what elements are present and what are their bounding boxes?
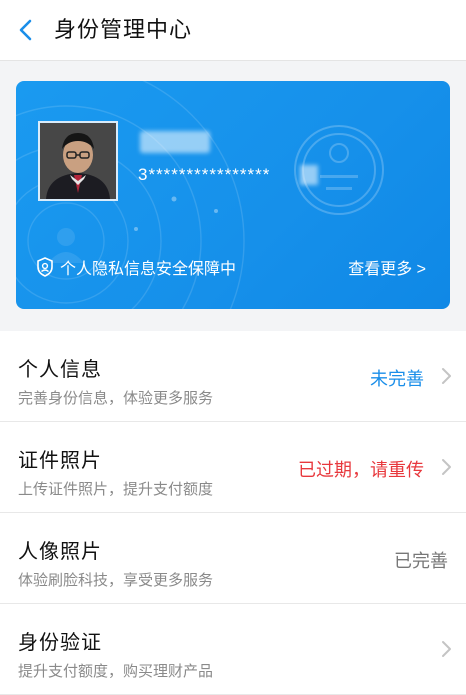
item-subtitle: 提升支付额度，购买理财产品: [18, 663, 214, 680]
status-text: 未完善: [370, 369, 424, 389]
identity-card: 3**************** 个人隐私信息安全保障中 查看更多 >: [16, 81, 450, 309]
top-bar: 身份管理中心: [0, 0, 466, 61]
list-item-portrait-photo[interactable]: 人像照片 体验刷脸科技，享受更多服务 已完善: [0, 513, 466, 604]
item-subtitle: 完善身份信息，体验更多服务: [18, 390, 214, 407]
status-text: 已完善: [394, 551, 448, 571]
masked-name: [140, 131, 210, 153]
list-item-personal-info[interactable]: 个人信息 完善身份信息，体验更多服务 未完善: [0, 331, 466, 422]
list-item-identity-verification[interactable]: 身份验证 提升支付额度，购买理财产品: [0, 604, 466, 695]
item-title: 人像照片: [18, 541, 102, 563]
pay-stamp-icon: [294, 125, 384, 215]
privacy-text: 个人隐私信息安全保障中: [60, 261, 237, 278]
identity-list: 个人信息 完善身份信息，体验更多服务 未完善 证件照片 上传证件照片，提升支付额…: [0, 331, 466, 695]
view-more-link[interactable]: 查看更多 >: [348, 255, 426, 279]
privacy-notice: 个人隐私信息安全保障中: [36, 255, 236, 279]
chevron-right-icon: [442, 641, 451, 657]
item-title: 证件照片: [18, 450, 102, 472]
card-area: 3**************** 个人隐私信息安全保障中 查看更多 >: [0, 61, 466, 331]
item-title: 个人信息: [18, 359, 102, 381]
chevron-right-icon: [442, 459, 451, 475]
portrait-image: [40, 123, 116, 199]
status-text: 已过期，请重传: [298, 460, 424, 480]
chevron-right-icon: [442, 368, 451, 384]
back-button[interactable]: [10, 14, 42, 46]
id-number: 3****************: [138, 165, 271, 184]
item-title: 身份验证: [18, 632, 102, 654]
avatar: [38, 121, 118, 201]
item-subtitle: 上传证件照片，提升支付额度: [18, 481, 214, 498]
list-item-id-photo[interactable]: 证件照片 上传证件照片，提升支付额度 已过期，请重传: [0, 422, 466, 513]
item-subtitle: 体验刷脸科技，享受更多服务: [18, 572, 214, 589]
page-title: 身份管理中心: [54, 17, 193, 42]
shield-icon: [37, 257, 53, 277]
chevron-left-icon: [19, 19, 32, 41]
